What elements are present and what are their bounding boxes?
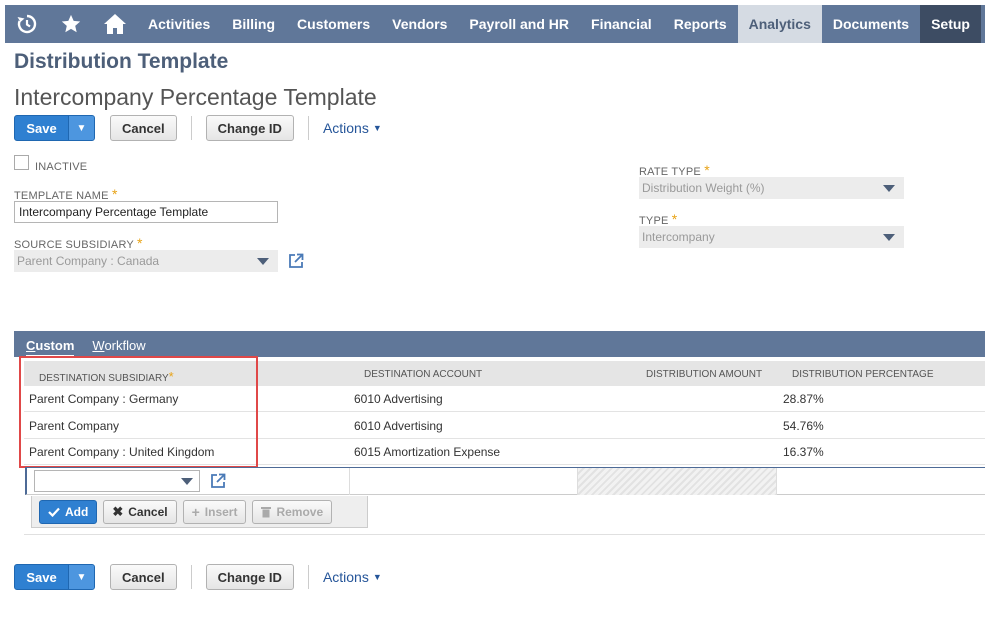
- template-name-input[interactable]: [14, 201, 278, 223]
- disabled-amount-cell: [577, 468, 777, 495]
- recent-icon[interactable]: [5, 5, 49, 43]
- plus-icon: +: [191, 503, 200, 520]
- triangle-down-icon: ▼: [76, 571, 87, 583]
- cancel-button[interactable]: Cancel: [110, 564, 177, 590]
- column-header-distribution-amount[interactable]: DISTRIBUTION AMOUNT: [646, 369, 762, 380]
- nav-analytics[interactable]: Analytics: [737, 5, 822, 43]
- toolbar-divider: [190, 116, 192, 140]
- toolbar-divider: [190, 565, 192, 589]
- cell-percentage: 16.37%: [783, 445, 824, 459]
- x-icon: ✖: [112, 503, 124, 519]
- column-header-distribution-percentage[interactable]: DISTRIBUTION PERCENTAGE: [792, 369, 934, 380]
- cell-account: 6010 Advertising: [354, 392, 443, 406]
- save-button[interactable]: Save: [15, 565, 68, 589]
- tab-workflow-accesskey: W: [92, 338, 105, 353]
- line-buttons: Add ✖ Cancel + Insert Remove: [31, 496, 368, 528]
- nav-billing[interactable]: Billing: [221, 5, 286, 43]
- caret-down-icon: ▼: [372, 123, 382, 133]
- dropdown-arrow-icon: [181, 477, 193, 485]
- save-button[interactable]: Save: [15, 116, 68, 140]
- cell-account: 6015 Amortization Expense: [354, 445, 501, 459]
- column-divider: [349, 468, 350, 495]
- cell-percentage: 54.76%: [783, 419, 824, 433]
- rate-type-label: RATE TYPE *: [639, 162, 710, 178]
- page-title: Distribution Template: [14, 50, 229, 73]
- actions-label: Actions: [322, 569, 369, 585]
- dropdown-arrow-icon: [257, 257, 269, 265]
- actions-menu[interactable]: Actions ▼: [323, 120, 382, 136]
- toolbar-divider: [307, 565, 309, 589]
- highlight-box: [19, 356, 258, 468]
- source-subsidiary-select[interactable]: Parent Company : Canada: [14, 250, 278, 272]
- rate-type-select[interactable]: Distribution Weight (%): [639, 177, 904, 199]
- nav-documents[interactable]: Documents: [822, 5, 920, 43]
- type-select[interactable]: Intercompany: [639, 226, 904, 248]
- destination-subsidiary-select[interactable]: [34, 470, 200, 492]
- tab-workflow-label: orkflow: [104, 338, 146, 353]
- save-button-group: Save ▼: [14, 564, 95, 590]
- tab-custom[interactable]: Custom: [26, 338, 75, 357]
- save-button-group: Save ▼: [14, 115, 95, 141]
- remove-line-button[interactable]: Remove: [252, 499, 333, 524]
- triangle-down-icon: ▼: [76, 122, 87, 134]
- source-subsidiary-value: Parent Company : Canada: [17, 254, 160, 268]
- required-marker: *: [671, 211, 678, 227]
- save-menu-dropdown[interactable]: ▼: [68, 565, 94, 589]
- caret-down-icon: ▼: [372, 572, 382, 582]
- cell-account: 6010 Advertising: [354, 419, 443, 433]
- add-line-button[interactable]: Add: [39, 499, 98, 524]
- sublist-tabs: Custom Workflow: [14, 331, 985, 357]
- required-marker: *: [704, 162, 710, 178]
- dropdown-arrow-icon: [883, 233, 895, 241]
- top-navigation-bar: Activities Billing Customers Vendors Pay…: [5, 5, 985, 43]
- nav-activities[interactable]: Activities: [137, 5, 221, 43]
- dropdown-arrow-icon: [883, 184, 895, 192]
- check-icon: [48, 507, 60, 517]
- actions-menu[interactable]: Actions ▼: [323, 569, 382, 585]
- record-name: Intercompany Percentage Template: [14, 84, 377, 110]
- top-toolbar: Save ▼ Cancel Change ID Actions ▼: [14, 115, 382, 141]
- required-marker: *: [137, 235, 143, 251]
- new-line-edit-row: [25, 467, 985, 495]
- open-record-icon[interactable]: [210, 473, 226, 494]
- open-record-icon[interactable]: [288, 253, 304, 274]
- change-id-button[interactable]: Change ID: [205, 115, 294, 141]
- inactive-checkbox[interactable]: [14, 155, 29, 170]
- cell-percentage: 28.87%: [783, 392, 824, 406]
- cancel-line-button[interactable]: ✖ Cancel: [103, 499, 177, 524]
- trash-icon: [261, 506, 272, 517]
- cancel-line-label: Cancel: [128, 504, 168, 519]
- nav-reports[interactable]: Reports: [663, 5, 738, 43]
- tab-custom-label: ustom: [35, 338, 75, 353]
- nav-financial[interactable]: Financial: [580, 5, 663, 43]
- inactive-label: INACTIVE: [35, 161, 88, 173]
- cancel-button[interactable]: Cancel: [110, 115, 177, 141]
- home-icon[interactable]: [93, 5, 137, 43]
- tab-custom-accesskey: C: [26, 338, 36, 353]
- toolbar-divider: [307, 116, 309, 140]
- save-menu-dropdown[interactable]: ▼: [68, 116, 94, 140]
- type-label: TYPE *: [639, 211, 677, 227]
- required-marker: *: [111, 186, 118, 202]
- sublist-bottom-divider: [24, 534, 985, 535]
- rate-type-value: Distribution Weight (%): [642, 181, 765, 195]
- nav-payroll-and-hr[interactable]: Payroll and HR: [458, 5, 580, 43]
- insert-line-button[interactable]: + Insert: [182, 499, 247, 524]
- nav-setup[interactable]: Setup: [920, 5, 981, 43]
- type-value: Intercompany: [642, 230, 715, 244]
- star-icon[interactable]: [49, 5, 93, 43]
- column-header-destination-account[interactable]: DESTINATION ACCOUNT: [364, 369, 482, 380]
- nav-customers[interactable]: Customers: [286, 5, 381, 43]
- insert-line-label: Insert: [204, 504, 238, 519]
- nav-vendors[interactable]: Vendors: [381, 5, 458, 43]
- add-line-label: Add: [65, 504, 89, 519]
- template-name-label: TEMPLATE NAME *: [14, 186, 118, 202]
- source-subsidiary-label: SOURCE SUBSIDIARY *: [14, 235, 143, 251]
- change-id-button[interactable]: Change ID: [205, 564, 294, 590]
- tab-workflow[interactable]: Workflow: [92, 338, 145, 357]
- bottom-toolbar: Save ▼ Cancel Change ID Actions ▼: [14, 564, 382, 590]
- actions-label: Actions: [322, 120, 369, 136]
- remove-line-label: Remove: [276, 504, 324, 519]
